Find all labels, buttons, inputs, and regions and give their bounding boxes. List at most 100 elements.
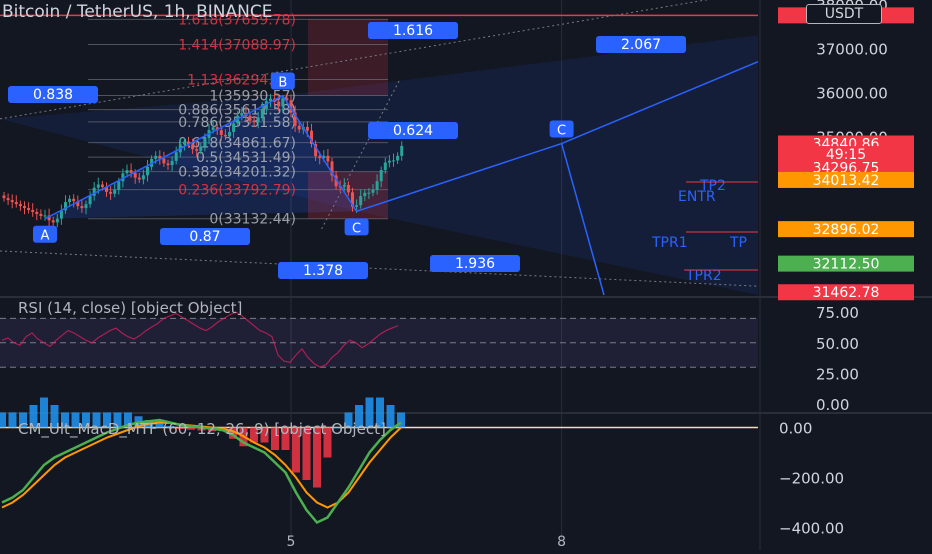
candle-body [117,181,121,190]
fib-level-label: 0.236(33792.79) [178,183,296,199]
candle-body [166,163,170,166]
pattern-point-label: C [352,221,361,236]
price-tag-label: 31462.78 [813,285,880,301]
candle-body [182,141,186,145]
candle-body [154,155,158,159]
fib-level-label: 0(33132.44) [209,212,296,228]
candle-body [109,191,113,194]
ratio-label: 2.067 [621,37,661,53]
ratio-label: 1.378 [303,263,343,279]
candle-body [141,175,145,180]
candle-body [305,126,309,131]
rsi-tick-label: 25.00 [816,365,859,383]
x-tick-label: 5 [287,534,296,550]
chart-title: Bitcoin / TetherUS, 1h, BINANCE [2,2,273,22]
candle-body [80,206,84,209]
candle-body [10,200,14,203]
candle-body [342,184,346,187]
macd-label: CM_Ult_MacD_MTF (60, 12, 26, 9) [object … [18,420,386,438]
candle-body [113,189,117,194]
candle-body [375,181,379,190]
ratio-label: 1.936 [455,256,495,272]
candle-body [367,192,371,194]
rsi-label: RSI (14, close) [object Object] [18,299,243,317]
candle-body [68,198,72,203]
candle-body [18,204,22,207]
candle-body [88,195,92,205]
candle-body [326,155,330,162]
candle-body [396,155,400,161]
candle-body [277,101,281,107]
candle-body [211,127,215,131]
candle-body [129,170,133,173]
candle-body [39,213,43,216]
candle-body [191,144,195,150]
candle-body [346,184,350,193]
macd-tick-label: 0.00 [779,420,812,438]
candle-body [162,158,166,164]
candle-body [228,131,231,137]
candle-body [371,189,375,193]
ratio-label: 1.616 [393,23,433,39]
candle-body [55,218,59,223]
candle-body [125,170,129,174]
candle-body [84,204,88,209]
currency-unit-badge[interactable]: USDT [806,4,882,24]
candle-body [137,177,141,180]
target-label: TP [729,235,747,251]
macd-histogram-bar [8,412,17,428]
candle-body [297,125,301,130]
candle-body [72,198,76,202]
candle-body [252,120,256,123]
price-tag-label: 32896.02 [813,222,880,238]
candle-body [35,212,39,214]
pattern-point-label: A [41,229,50,244]
candle-body [355,205,359,207]
candle-body [51,220,55,223]
rsi-tick-label: 50.00 [816,335,859,353]
x-tick-label: 8 [557,534,566,550]
candle-body [387,160,391,163]
chart-stage[interactable]: 5 8 1.618(37659.78) 1.414(37088.97) 1.13(362… [0,0,932,550]
pattern-point-label: B [278,76,287,91]
candle-body [392,160,395,162]
candle-body [23,206,26,209]
rsi-tick-label: 0.00 [816,396,849,414]
candle-body [96,184,100,188]
candle-body [174,152,178,161]
candle-body [199,146,203,151]
candle-body [31,210,35,213]
candle-body [400,145,404,156]
candle-body [2,195,6,199]
price-tag-label: 32112.50 [813,257,880,273]
fib-level-label: 0.382(34201.32) [178,165,296,181]
candle-body [363,192,367,197]
candle-body [195,149,199,151]
macd-tick-label: −200.00 [779,470,844,488]
candle-body [133,172,137,178]
candle-body [359,196,363,206]
candle-body [260,108,264,118]
candle-body [6,198,10,201]
candle-body [43,215,47,217]
candle-body [232,123,236,132]
candle-body [379,170,383,182]
pattern-point-label: C [557,124,566,139]
price-tag-label: 34013.42 [813,173,880,189]
ratio-label: 0.87 [189,229,220,245]
rsi-tick-label: 75.00 [816,304,859,322]
candle-body [248,115,252,121]
target-label: ENTR [678,189,716,205]
candle-body [170,160,174,166]
price-tick-label: 37000.00 [816,40,888,58]
chart-svg[interactable]: 5 81.618(37659.78)1.414(37088.97)1.13(362… [0,0,932,550]
candle-body [14,202,18,205]
macd-histogram-bar [386,405,395,428]
ratio-label: 0.624 [393,123,433,139]
macd-tick-label: −400.00 [779,520,844,538]
candle-body [146,166,149,176]
candle-body [256,117,260,123]
macd-histogram-bar [0,412,6,428]
candle-body [223,134,227,137]
price-tick-label: 36000.00 [816,84,888,102]
